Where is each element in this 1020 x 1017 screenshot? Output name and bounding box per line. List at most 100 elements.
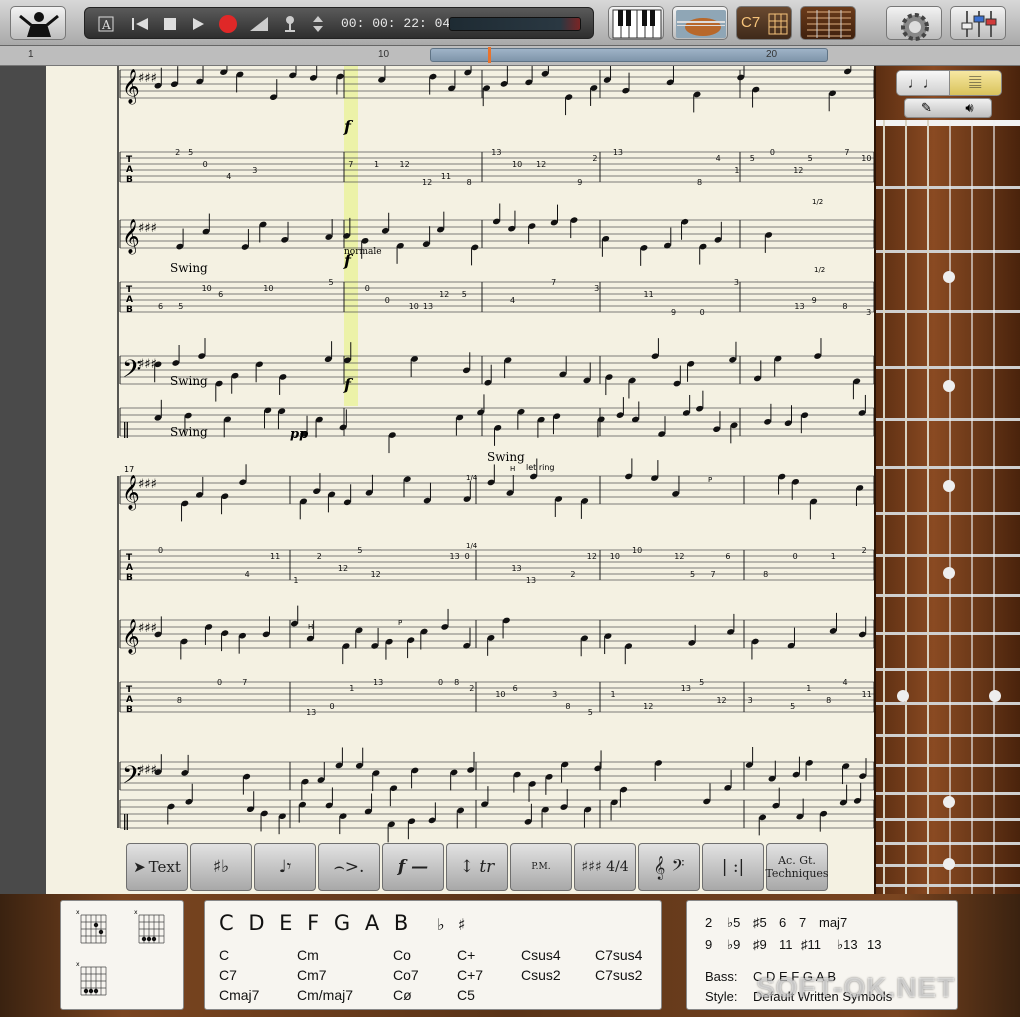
text-tool-icon[interactable]: A: [95, 8, 117, 40]
record-icon[interactable]: [217, 8, 239, 40]
chord-extension-option[interactable]: 13: [867, 937, 881, 952]
accidentals-button[interactable]: ♯♭: [190, 843, 252, 891]
chord-type-option[interactable]: C+: [457, 947, 475, 963]
stop-icon[interactable]: [159, 8, 181, 40]
tab-number: 8: [697, 178, 702, 187]
clef-icon: 𝄞 𝄢: [653, 855, 685, 879]
chord-type-option[interactable]: C5: [457, 987, 475, 1003]
pencil-icon[interactable]: ✎: [905, 99, 948, 117]
chord-type-option[interactable]: Cø: [393, 987, 412, 1003]
play-icon[interactable]: [187, 8, 209, 40]
tab-number: 11: [862, 690, 872, 699]
fretboard-button[interactable]: [800, 6, 856, 40]
tab-number: 10: [861, 154, 871, 163]
chord-type-option[interactable]: Co7: [393, 967, 419, 983]
piano-keyboard-button[interactable]: [608, 6, 664, 40]
tab-view-icon[interactable]: 𝄚: [948, 71, 1001, 95]
dynamics-button[interactable]: f —: [382, 843, 444, 891]
dynamics-icon: f —: [397, 857, 429, 877]
tab-number: 6: [158, 302, 163, 311]
timeline-ruler[interactable]: 1 10 20: [0, 46, 1020, 66]
score-page[interactable]: 𝄞 ♯♯♯ T A B 𝄞 ♯♯♯ T A B 𝄢 ♯♯♯ ‖ 𝄞 ♯♯♯ T A B 𝄞 ♯♯♯ T A B 𝄢 ♯♯♯ ‖ 2…: [46, 66, 874, 894]
techniques-button[interactable]: Ac. Gt. Techniques: [765, 843, 829, 891]
tab-clef: T: [126, 685, 133, 695]
articulation-button[interactable]: ⌢>.: [318, 843, 380, 891]
guitar-icon: [676, 10, 726, 38]
chord-type-option[interactable]: Csus4: [521, 947, 561, 963]
chord-extension-option[interactable]: 11: [779, 937, 793, 952]
tab-number: 0: [438, 678, 443, 687]
chord-extension-option[interactable]: ♭9: [727, 937, 740, 953]
chord-extension-option[interactable]: 7: [799, 915, 806, 930]
fretboard-tools: ✎ 🔊︎: [904, 98, 992, 118]
conductor-icon-button[interactable]: [10, 6, 66, 40]
tab-number: 3: [552, 690, 557, 699]
playhead[interactable]: [488, 47, 491, 63]
settings-button[interactable]: [886, 6, 942, 41]
metronome-icon[interactable]: [279, 8, 301, 40]
chord-type-option[interactable]: Cm7: [297, 967, 327, 983]
arrow-cursor-icon: ➤: [133, 858, 146, 876]
tab-number: 9: [812, 296, 817, 305]
tab-number: 10: [632, 546, 642, 555]
chord-diagram[interactable]: x: [133, 909, 169, 947]
chord-extension-option[interactable]: ♭5: [727, 915, 740, 931]
fret-wire: [876, 842, 1020, 845]
chord-type-option[interactable]: Cm: [297, 947, 319, 963]
chord-type-option[interactable]: Csus2: [521, 967, 561, 983]
accidental-list[interactable]: ♭ ♯: [437, 915, 469, 934]
tab-number: 0: [203, 160, 208, 169]
chord-extension-option[interactable]: ♯9: [753, 937, 767, 952]
chord-diagram[interactable]: x: [75, 909, 111, 947]
chord-type-option[interactable]: C+7: [457, 967, 483, 983]
chord-button[interactable]: C7: [736, 6, 792, 40]
mixer-button[interactable]: [950, 6, 1006, 40]
speaker-icon[interactable]: 🔊︎: [948, 99, 991, 117]
key-time-button[interactable]: ♯♯♯ 4/4: [574, 843, 636, 891]
fret-wire: [876, 250, 1020, 253]
root-notes[interactable]: C D E F G A B ♭ ♯: [219, 911, 469, 935]
clef-button[interactable]: 𝄞 𝄢: [638, 843, 700, 891]
chord-extension-option[interactable]: ♯5: [753, 915, 767, 930]
rewind-icon[interactable]: [129, 8, 151, 40]
tab-number: 3: [252, 166, 257, 175]
chord-type-option[interactable]: C7sus2: [595, 967, 642, 983]
tab-number: 13: [511, 564, 521, 573]
notation-view-toggle[interactable]: ♩♩ 𝄚: [896, 70, 1002, 96]
note-rest-button[interactable]: ♩𝄾: [254, 843, 316, 891]
chord-diagram[interactable]: x: [75, 961, 111, 999]
fret-wire: [876, 594, 1020, 597]
tab-number: 1: [831, 552, 836, 561]
chord-extension-option[interactable]: ♯11: [801, 937, 821, 952]
techniques-label: Ac. Gt.: [778, 854, 816, 867]
chord-type-option[interactable]: Co: [393, 947, 411, 963]
guitar-view-button[interactable]: [672, 6, 728, 40]
barline-button[interactable]: | :|: [702, 843, 764, 891]
chord-extension-option[interactable]: ♭13: [837, 937, 858, 953]
chord-extension-option[interactable]: 9: [705, 937, 712, 952]
root-note-list[interactable]: C D E F G A B: [219, 911, 412, 935]
key-signature: ♯♯♯: [138, 357, 157, 372]
chord-type-option[interactable]: Cmaj7: [219, 987, 259, 1003]
volume-ramp-icon[interactable]: [247, 8, 271, 40]
time-display: 00: 00: 22: 04: [341, 16, 451, 31]
tab-number: 12: [400, 160, 410, 169]
tab-clef: A: [126, 563, 133, 573]
chord-extension-option[interactable]: 6: [779, 915, 786, 930]
chord-type-option[interactable]: Cm/maj7: [297, 987, 353, 1003]
chord-type-option[interactable]: C7sus4: [595, 947, 642, 963]
chord-extension-option[interactable]: maj7: [819, 915, 847, 930]
up-down-arrows-icon[interactable]: [309, 8, 327, 40]
chord-extension-option[interactable]: 2: [705, 915, 712, 930]
palm-mute-button[interactable]: P.M.: [510, 843, 572, 891]
fretboard[interactable]: [876, 120, 1020, 894]
tab-clef: A: [126, 295, 133, 305]
ornament-button[interactable]: ↕ tr: [446, 843, 508, 891]
notes-view-icon[interactable]: ♩♩: [897, 71, 949, 95]
chord-type-option[interactable]: C7: [219, 967, 237, 983]
chord-type-option[interactable]: C: [219, 947, 229, 963]
bend-marking: 1/4: [466, 542, 478, 550]
fret-wire: [876, 818, 1020, 821]
text-tool-button[interactable]: ➤ Text: [126, 843, 188, 891]
tab-number: 5: [188, 148, 193, 157]
